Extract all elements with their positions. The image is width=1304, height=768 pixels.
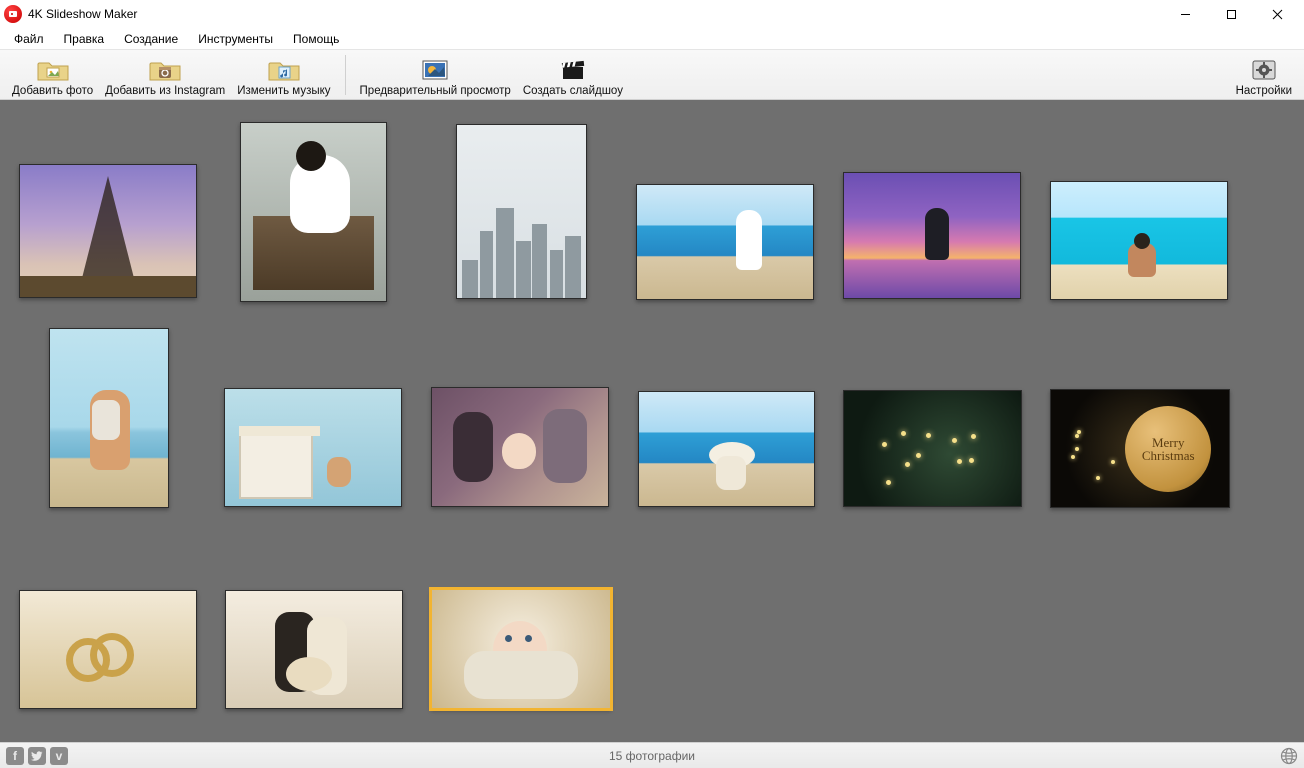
menu-create[interactable]: Создание [114,30,188,48]
menu-bar: Файл Правка Создание Инструменты Помощь [0,28,1304,50]
settings-button[interactable]: Настройки [1230,51,1298,99]
title-bar: 4K Slideshow Maker [0,0,1304,28]
change-music-button[interactable]: Изменить музыку [231,51,336,99]
preview-icon [418,57,452,83]
folder-instagram-icon [148,57,182,83]
close-button[interactable] [1254,0,1300,28]
facebook-icon[interactable]: f [6,747,24,765]
thumb-merry-xmas[interactable]: Merry Christmas [1050,389,1230,508]
settings-label: Настройки [1236,85,1292,97]
thumb-beach-walk[interactable] [636,184,814,300]
add-photo-button[interactable]: Добавить фото [6,51,99,99]
thumb-baby[interactable] [431,589,611,709]
globe-icon[interactable] [1280,747,1298,765]
thumb-girl-wall[interactable] [240,122,387,302]
add-instagram-label: Добавить из Instagram [105,85,225,97]
toolbar: Добавить фото Добавить из Instagram Изме… [0,50,1304,100]
thumb-xmas-tree[interactable] [843,390,1022,507]
window-controls [1162,0,1300,28]
thumb-beach-kneel[interactable] [49,328,169,508]
menu-edit[interactable]: Правка [54,30,115,48]
status-bar: f v 15 фотографии [0,742,1304,768]
maximize-button[interactable] [1208,0,1254,28]
clapper-icon [556,57,590,83]
thumb-city-skyline[interactable] [456,124,587,299]
minimize-button[interactable] [1162,0,1208,28]
app-title: 4K Slideshow Maker [28,7,137,21]
thumb-eiffel-tower[interactable] [19,164,197,298]
status-text: 15 фотографии [609,749,695,763]
thumb-family-kiss[interactable] [431,387,609,507]
folder-photo-icon [36,57,70,83]
social-links: f v [6,747,68,765]
thumb-beach-hat[interactable] [638,391,815,507]
folder-music-icon [267,57,301,83]
change-music-label: Изменить музыку [237,85,330,97]
thumb-tropical-sit[interactable] [1050,181,1228,300]
twitter-icon[interactable] [28,747,46,765]
menu-help[interactable]: Помощь [283,30,349,48]
toolbar-separator [345,55,346,95]
menu-tools[interactable]: Инструменты [188,30,283,48]
thumb-wedding[interactable] [225,590,403,709]
add-photo-label: Добавить фото [12,85,93,97]
app-icon [4,5,22,23]
thumb-gold-rings[interactable] [19,590,197,709]
menu-file[interactable]: Файл [4,30,54,48]
preview-label: Предварительный просмотр [360,85,511,97]
thumb-lifeguard[interactable] [224,388,402,507]
make-slideshow-label: Создать слайдшоу [523,85,623,97]
photo-canvas[interactable]: Merry Christmas [0,100,1304,742]
thumb-sunset-heart[interactable] [843,172,1021,299]
add-instagram-button[interactable]: Добавить из Instagram [99,51,231,99]
settings-icon [1247,57,1281,83]
make-slideshow-button[interactable]: Создать слайдшоу [517,51,629,99]
preview-button[interactable]: Предварительный просмотр [354,51,517,99]
vimeo-icon[interactable]: v [50,747,68,765]
